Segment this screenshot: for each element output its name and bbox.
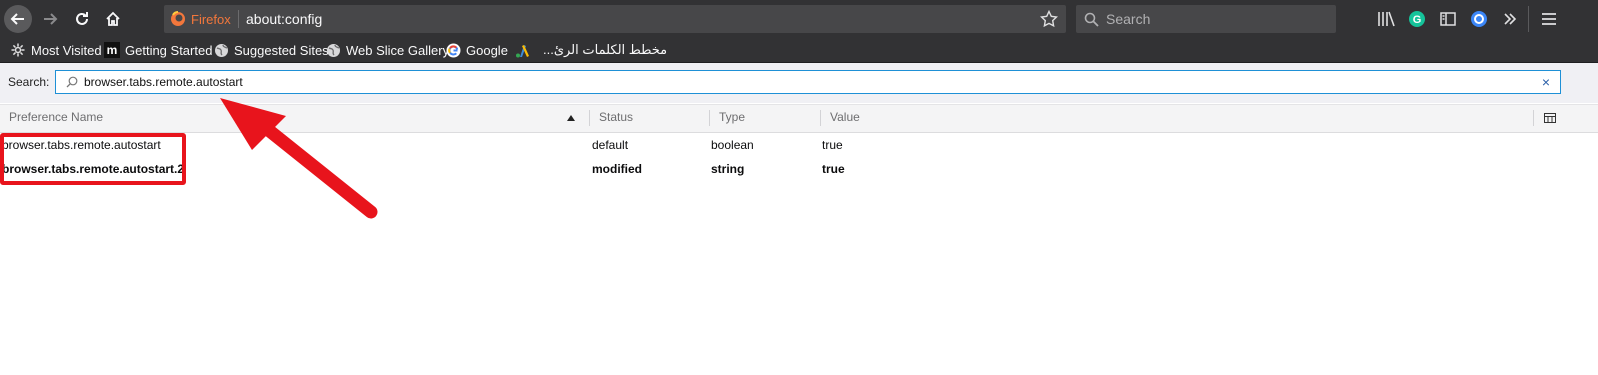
toolbar-divider <box>1528 6 1529 32</box>
sort-ascending-icon[interactable] <box>566 114 576 122</box>
library-button[interactable] <box>1376 9 1396 29</box>
url-bar[interactable]: Firefox about:config <box>164 5 1066 33</box>
svg-text:G: G <box>1413 14 1422 26</box>
home-button[interactable] <box>99 5 127 33</box>
search-placeholder: Search <box>1106 11 1151 27</box>
column-divider[interactable] <box>820 110 821 126</box>
bookmark-most-visited[interactable]: Most Visited <box>10 38 102 62</box>
m-logo-icon: m <box>104 42 120 58</box>
gear-icon <box>10 42 26 58</box>
extension-button[interactable] <box>1469 9 1489 29</box>
globe-icon <box>325 42 341 58</box>
column-picker-icon[interactable] <box>1544 113 1556 123</box>
bookmark-label: Web Slice Gallery <box>346 42 450 58</box>
home-icon <box>106 11 120 26</box>
forward-arrow-icon <box>44 13 58 25</box>
overflow-button[interactable] <box>1500 9 1520 29</box>
clear-search-icon[interactable]: × <box>1542 71 1550 93</box>
grammarly-icon: G <box>1409 11 1425 27</box>
search-value[interactable]: browser.tabs.remote.autostart <box>84 71 243 93</box>
column-divider <box>1533 110 1534 126</box>
table-row[interactable]: browser.tabs.remote.autostart.2 modified… <box>0 157 1598 181</box>
firefox-logo-icon <box>171 11 185 26</box>
extension-icon <box>1471 11 1487 27</box>
url-text[interactable]: about:config <box>246 5 322 33</box>
menu-button[interactable] <box>1539 9 1559 29</box>
adwords-icon <box>514 42 530 58</box>
column-type[interactable]: Type <box>719 104 745 131</box>
bookmark-suggested-sites[interactable]: Suggested Sites <box>213 38 329 62</box>
preferences-header <box>0 104 1598 133</box>
column-value[interactable]: Value <box>830 104 860 131</box>
identity-label: Firefox <box>191 11 231 27</box>
url-divider <box>238 10 239 28</box>
search-icon <box>66 76 78 88</box>
back-arrow-icon <box>10 13 24 25</box>
library-icon <box>1378 11 1395 27</box>
bookmark-getting-started[interactable]: m Getting Started <box>104 38 212 62</box>
google-icon <box>445 42 461 58</box>
globe-icon <box>213 42 229 58</box>
preference-type: boolean <box>711 138 754 152</box>
sidebar-icon <box>1440 12 1456 26</box>
bookmark-label: مخطط الكلمات الرئ... <box>543 42 668 57</box>
column-divider[interactable] <box>589 110 590 126</box>
preference-status: modified <box>592 162 642 176</box>
preference-value: true <box>822 138 843 152</box>
bookmark-google[interactable]: Google <box>445 38 508 62</box>
hamburger-menu-icon <box>1542 13 1556 25</box>
reload-button[interactable] <box>68 5 96 33</box>
star-icon[interactable] <box>1040 10 1058 28</box>
forward-button[interactable] <box>36 5 64 33</box>
bookmark-label: Getting Started <box>125 42 213 58</box>
table-row[interactable]: browser.tabs.remote.autostart default bo… <box>0 133 1598 157</box>
column-divider[interactable] <box>709 110 710 126</box>
bookmark-web-slice-gallery[interactable]: Web Slice Gallery <box>325 38 449 62</box>
search-label: Search: <box>8 75 50 89</box>
config-search-input[interactable]: browser.tabs.remote.autostart × <box>55 70 1561 94</box>
chevrons-right-icon <box>1504 13 1517 25</box>
column-status[interactable]: Status <box>599 104 633 131</box>
identity-box[interactable]: Firefox <box>170 5 231 33</box>
bookmark-label: Google <box>466 42 508 58</box>
preference-status: default <box>592 138 629 152</box>
sidebar-button[interactable] <box>1438 9 1458 29</box>
grammarly-button[interactable]: G <box>1407 9 1427 29</box>
reload-icon <box>76 12 88 25</box>
bookmark-keyword-planner[interactable]: مخطط الكلمات الرئ... <box>543 38 667 62</box>
highlight-box-annotation <box>0 133 186 185</box>
search-bar[interactable]: Search <box>1076 5 1336 33</box>
bookmark-label: Suggested Sites <box>234 42 329 58</box>
search-icon <box>1084 12 1099 27</box>
column-preference-name[interactable]: Preference Name <box>9 104 103 131</box>
preference-type: string <box>711 162 745 176</box>
bookmark-adwords[interactable] <box>514 38 530 62</box>
preference-value: true <box>822 162 845 176</box>
back-button[interactable] <box>4 5 32 33</box>
bookmark-label: Most Visited <box>31 42 102 58</box>
